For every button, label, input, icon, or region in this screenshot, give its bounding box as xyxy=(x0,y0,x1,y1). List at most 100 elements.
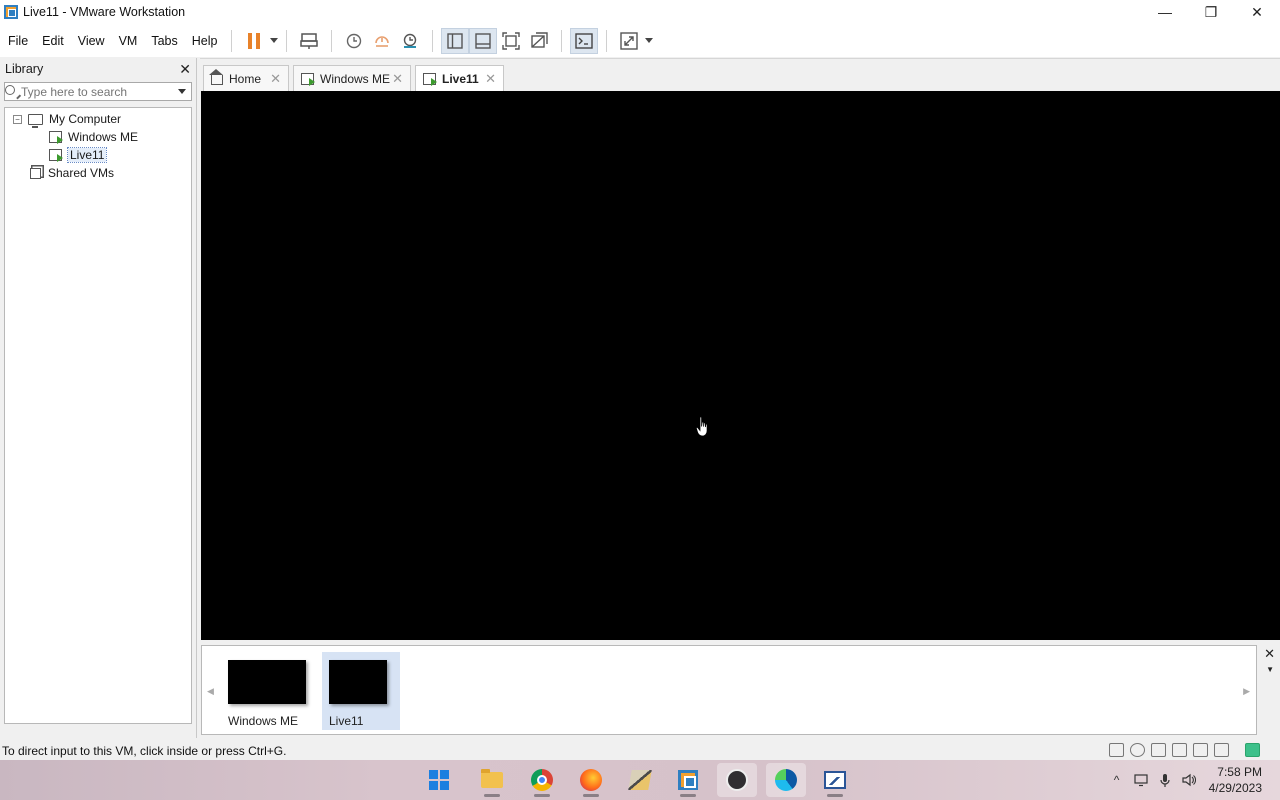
menu-file[interactable]: File xyxy=(2,30,34,52)
console-view-button[interactable] xyxy=(570,27,599,54)
unity-button[interactable] xyxy=(525,28,553,54)
taskbar-vmware[interactable] xyxy=(668,763,708,797)
snapshot-icon xyxy=(347,33,362,48)
usb-icon[interactable] xyxy=(1214,743,1229,757)
menu-vm[interactable]: VM xyxy=(113,30,144,52)
microphone-icon[interactable] xyxy=(1158,773,1172,787)
tab-label: Live11 xyxy=(442,72,479,86)
computer-icon xyxy=(28,113,43,128)
stretch-button[interactable] xyxy=(615,28,643,54)
title-bar: Live11 - VMware Workstation — ❐ ✕ xyxy=(0,0,1280,24)
search-dropdown-icon[interactable] xyxy=(178,89,186,94)
hard-disk-icon[interactable] xyxy=(1109,743,1124,757)
revert-snapshot-button[interactable] xyxy=(368,28,396,54)
tree-item-label: My Computer xyxy=(49,112,122,126)
thumbnail-bar: ◀ Windows ME Live11 ▶ ✕ ▼ xyxy=(200,643,1280,737)
tree-item-my-computer[interactable]: − My Computer xyxy=(5,110,191,128)
clock-time: 7:58 PM xyxy=(1217,765,1262,779)
taskbar-chrome[interactable] xyxy=(522,763,562,797)
vm-console-screen[interactable] xyxy=(201,91,1280,640)
full-screen-icon xyxy=(502,31,521,50)
snapshot-manager-button[interactable] xyxy=(396,28,424,54)
menu-help[interactable]: Help xyxy=(186,30,224,52)
send-ctrl-alt-del-button[interactable] xyxy=(295,28,323,54)
tree-item-live11[interactable]: Live11 xyxy=(5,146,191,164)
scroll-right-icon[interactable]: ▶ xyxy=(1243,686,1250,697)
show-hidden-icons-chevron[interactable]: ^ xyxy=(1110,773,1124,787)
vm-thumbnail-image xyxy=(329,660,387,704)
close-window-button[interactable]: ✕ xyxy=(1234,0,1280,24)
snapshot-manager-icon xyxy=(404,33,417,48)
power-dropdown-icon[interactable] xyxy=(270,38,279,43)
library-title: Library xyxy=(5,62,44,76)
library-search-input[interactable] xyxy=(21,84,176,99)
network-adapter-icon[interactable] xyxy=(1151,743,1166,757)
status-message: To direct input to this VM, click inside… xyxy=(2,743,287,758)
pause-icon xyxy=(248,32,261,49)
vm-running-icon xyxy=(49,131,63,144)
chrome-icon xyxy=(531,769,553,791)
send-ctrl-alt-del-icon xyxy=(300,32,319,49)
message-log-icon[interactable] xyxy=(1245,743,1260,757)
thumbnail-bar-menu-icon[interactable]: ▼ xyxy=(1266,665,1274,674)
sound-card-icon[interactable] xyxy=(1193,743,1208,757)
tab-close-button[interactable]: ✕ xyxy=(392,71,403,87)
tab-home[interactable]: Home ✕ xyxy=(203,65,289,91)
menu-view[interactable]: View xyxy=(72,30,111,52)
restore-button[interactable]: ❐ xyxy=(1188,0,1234,24)
status-bar: To direct input to this VM, click inside… xyxy=(0,741,1280,760)
thumbnail-live11[interactable]: Live11 xyxy=(322,652,400,730)
clock[interactable]: 7:58 PM 4/29/2023 xyxy=(1209,764,1262,796)
tree-item-shared-vms[interactable]: Shared VMs xyxy=(5,164,191,182)
thumbnail-label: Live11 xyxy=(329,714,364,728)
printer-icon[interactable] xyxy=(1172,743,1187,757)
tree-item-label: Live11 xyxy=(66,147,108,163)
menu-tabs[interactable]: Tabs xyxy=(145,30,183,52)
minimize-button[interactable]: — xyxy=(1142,0,1188,24)
thumbnail-bar-close-button[interactable]: ✕ xyxy=(1264,646,1275,662)
taskbar-monitor-app[interactable] xyxy=(815,763,855,797)
show-desktop-area[interactable] xyxy=(1270,760,1280,800)
performance-monitor-icon xyxy=(824,771,846,789)
library-search-box[interactable] xyxy=(4,82,192,101)
library-header: Library ✕ xyxy=(0,58,196,80)
thumbnail-label: Windows ME xyxy=(228,714,299,728)
menu-edit[interactable]: Edit xyxy=(36,30,70,52)
device-status-icons xyxy=(1109,743,1260,757)
taskbar-pen-app[interactable] xyxy=(620,763,660,797)
stretch-dropdown-icon[interactable] xyxy=(645,38,654,43)
library-view-button[interactable] xyxy=(441,27,470,54)
tab-close-button[interactable]: ✕ xyxy=(270,71,281,87)
tab-live11[interactable]: Live11 ✕ xyxy=(415,65,504,92)
taskbar-file-explorer[interactable] xyxy=(472,763,512,797)
taskbar-edge[interactable] xyxy=(766,763,806,797)
firefox-icon xyxy=(580,769,602,791)
volume-icon[interactable] xyxy=(1182,773,1196,787)
taskbar-firefox[interactable] xyxy=(571,763,611,797)
tree-item-windows-me[interactable]: Windows ME xyxy=(5,128,191,146)
tab-close-button[interactable]: ✕ xyxy=(485,71,496,87)
cd-dvd-icon[interactable] xyxy=(1130,743,1145,757)
tab-windows-me[interactable]: Windows ME ✕ xyxy=(293,65,411,91)
tab-strip: Home ✕ Windows ME ✕ Live11 ✕ xyxy=(200,58,1280,92)
vmware-icon xyxy=(678,770,698,790)
file-explorer-icon xyxy=(481,769,503,788)
library-close-button[interactable]: ✕ xyxy=(179,61,191,78)
collapse-icon[interactable]: − xyxy=(13,114,22,124)
start-button[interactable] xyxy=(419,763,459,797)
network-icon[interactable] xyxy=(1134,773,1148,787)
tree-item-label: Shared VMs xyxy=(48,166,115,180)
window-controls: — ❐ ✕ xyxy=(1142,0,1280,24)
taskbar-obs[interactable] xyxy=(717,763,757,797)
pause-button[interactable] xyxy=(240,28,268,54)
hand-cursor-icon xyxy=(696,416,708,437)
scroll-left-icon[interactable]: ◀ xyxy=(207,686,214,697)
thumbnail-bar-button[interactable] xyxy=(469,27,498,54)
tree-item-label: Windows ME xyxy=(68,130,139,144)
clock-date: 4/29/2023 xyxy=(1208,781,1262,795)
snapshot-button[interactable] xyxy=(340,28,368,54)
tab-label: Windows ME xyxy=(320,71,391,86)
thumbnail-windows-me[interactable]: Windows ME xyxy=(221,652,311,730)
full-screen-button[interactable] xyxy=(497,28,525,54)
menu-toolbar: File Edit View VM Tabs Help xyxy=(0,24,1280,57)
